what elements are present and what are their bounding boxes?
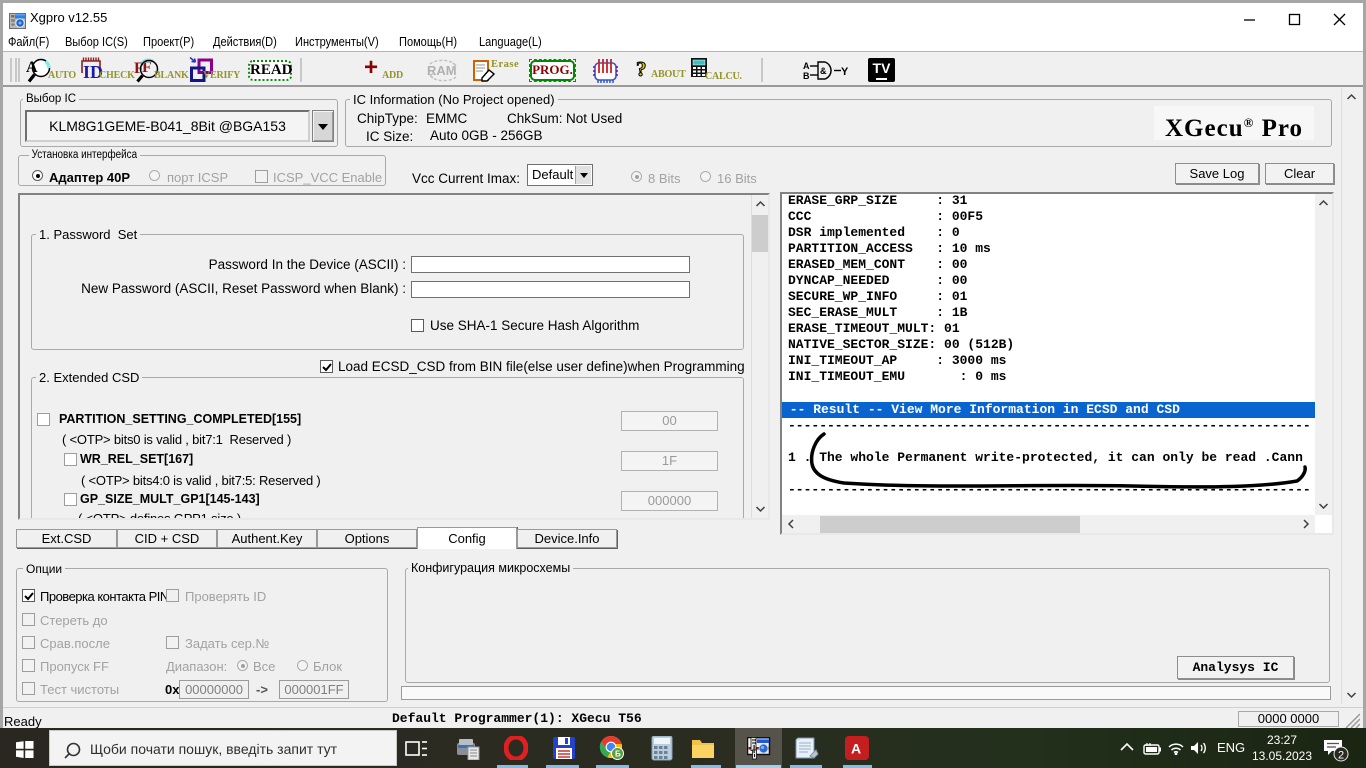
svg-text:A: A bbox=[803, 61, 810, 71]
svg-text:B: B bbox=[803, 71, 810, 81]
svg-text:Б: Б bbox=[615, 750, 621, 759]
svg-text:&: & bbox=[820, 66, 827, 76]
svg-text:Y: Y bbox=[841, 66, 849, 78]
svg-text:A: A bbox=[26, 59, 38, 76]
svg-text:2: 2 bbox=[1338, 750, 1344, 762]
svg-text:A: A bbox=[851, 741, 861, 757]
